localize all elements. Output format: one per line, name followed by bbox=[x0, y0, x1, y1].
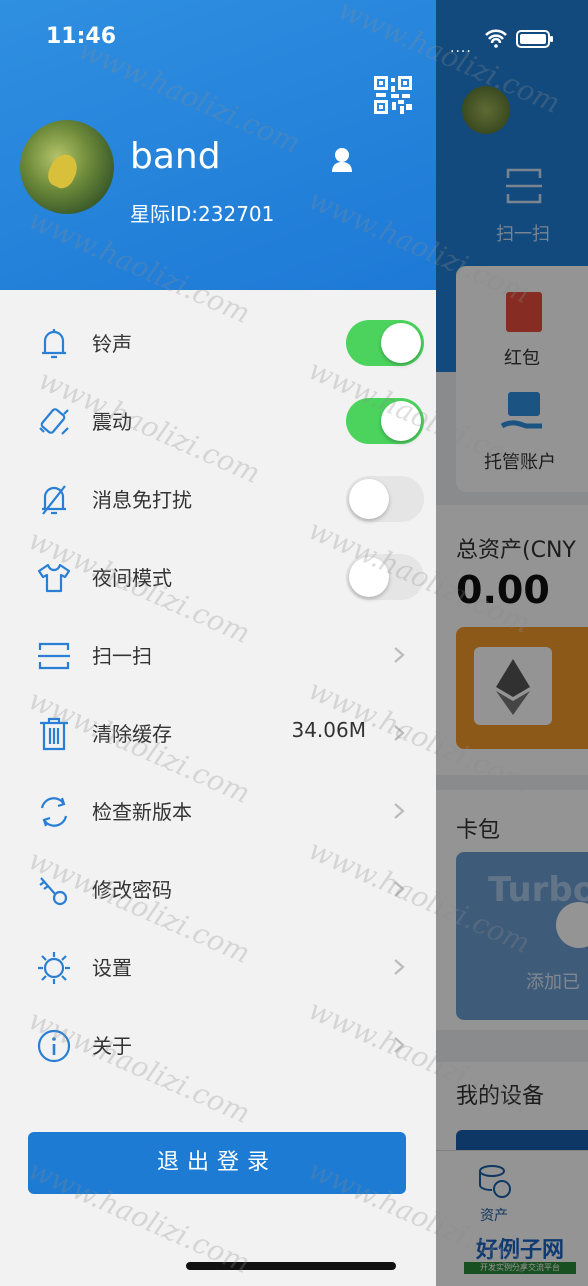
battery-icon bbox=[516, 30, 553, 48]
menu-item-vibration[interactable]: 震动 bbox=[0, 382, 436, 460]
gear-icon bbox=[38, 952, 70, 984]
toggle-knob bbox=[349, 479, 389, 519]
status-time: 11:46 bbox=[46, 24, 117, 49]
menu-item-about[interactable]: 关于 bbox=[0, 1006, 436, 1084]
home-indicator[interactable] bbox=[186, 1262, 396, 1270]
chevron-right-icon bbox=[394, 881, 405, 897]
cache-size-value: 34.06M bbox=[291, 718, 366, 742]
bell-off-icon bbox=[42, 485, 66, 515]
menu-item-label: 震动 bbox=[92, 410, 132, 434]
chevron-right-icon bbox=[394, 1037, 405, 1053]
bell-icon bbox=[42, 329, 66, 359]
profile-header: 11:46 band 星际ID:232701 bbox=[0, 0, 436, 290]
menu-item-label: 铃声 bbox=[92, 332, 132, 356]
menu-item-check-update[interactable]: 检查新版本 bbox=[0, 772, 436, 850]
menu-item-do-not-disturb[interactable]: 消息免打扰 bbox=[0, 460, 436, 538]
menu-item-settings[interactable]: 设置 bbox=[0, 928, 436, 1006]
vibration-toggle[interactable] bbox=[346, 398, 424, 444]
chevron-right-icon bbox=[394, 647, 405, 663]
chevron-right-icon bbox=[394, 803, 405, 819]
toggle-knob bbox=[381, 323, 421, 363]
menu-item-ringtone[interactable]: 铃声 bbox=[0, 304, 436, 382]
menu-item-label: 扫一扫 bbox=[92, 644, 152, 668]
chevron-right-icon bbox=[394, 959, 405, 975]
menu-item-label: 设置 bbox=[92, 956, 132, 980]
menu-item-night-mode[interactable]: 夜间模式 bbox=[0, 538, 436, 616]
menu-item-label: 消息免打扰 bbox=[92, 488, 192, 512]
chevron-right-icon bbox=[394, 725, 405, 741]
toggle-knob bbox=[381, 401, 421, 441]
vibrate-icon bbox=[39, 408, 69, 435]
shirt-icon bbox=[37, 563, 71, 593]
side-drawer: 11:46 band 星际ID:232701 铃声 震动 消息免打扰 夜间模式 … bbox=[0, 0, 436, 1286]
menu-item-clear-cache[interactable]: 清除缓存 34.06M bbox=[0, 694, 436, 772]
scan-icon bbox=[38, 642, 70, 670]
refresh-icon bbox=[40, 797, 68, 827]
qr-code-icon[interactable] bbox=[374, 76, 412, 114]
menu-item-change-password[interactable]: 修改密码 bbox=[0, 850, 436, 928]
wifi-icon bbox=[485, 29, 507, 48]
toggle-knob bbox=[349, 557, 389, 597]
menu-item-label: 清除缓存 bbox=[92, 722, 172, 746]
trash-icon bbox=[40, 717, 68, 751]
drawer-backdrop[interactable] bbox=[436, 0, 588, 1286]
menu-item-label: 关于 bbox=[92, 1034, 132, 1058]
key-icon bbox=[39, 877, 68, 906]
user-id: 星际ID:232701 bbox=[130, 202, 275, 226]
night-mode-toggle[interactable] bbox=[346, 554, 424, 600]
avatar[interactable] bbox=[20, 120, 114, 214]
username: band bbox=[130, 136, 221, 177]
menu-item-label: 修改密码 bbox=[92, 878, 172, 902]
menu-item-scan[interactable]: 扫一扫 bbox=[0, 616, 436, 694]
logout-button[interactable]: 退出登录 bbox=[28, 1132, 406, 1194]
user-icon[interactable] bbox=[330, 146, 354, 174]
menu-item-label: 夜间模式 bbox=[92, 566, 172, 590]
do-not-disturb-toggle[interactable] bbox=[346, 476, 424, 522]
menu-item-label: 检查新版本 bbox=[92, 800, 192, 824]
signal-icon: .... bbox=[450, 40, 472, 56]
info-icon bbox=[37, 1029, 71, 1063]
ringtone-toggle[interactable] bbox=[346, 320, 424, 366]
